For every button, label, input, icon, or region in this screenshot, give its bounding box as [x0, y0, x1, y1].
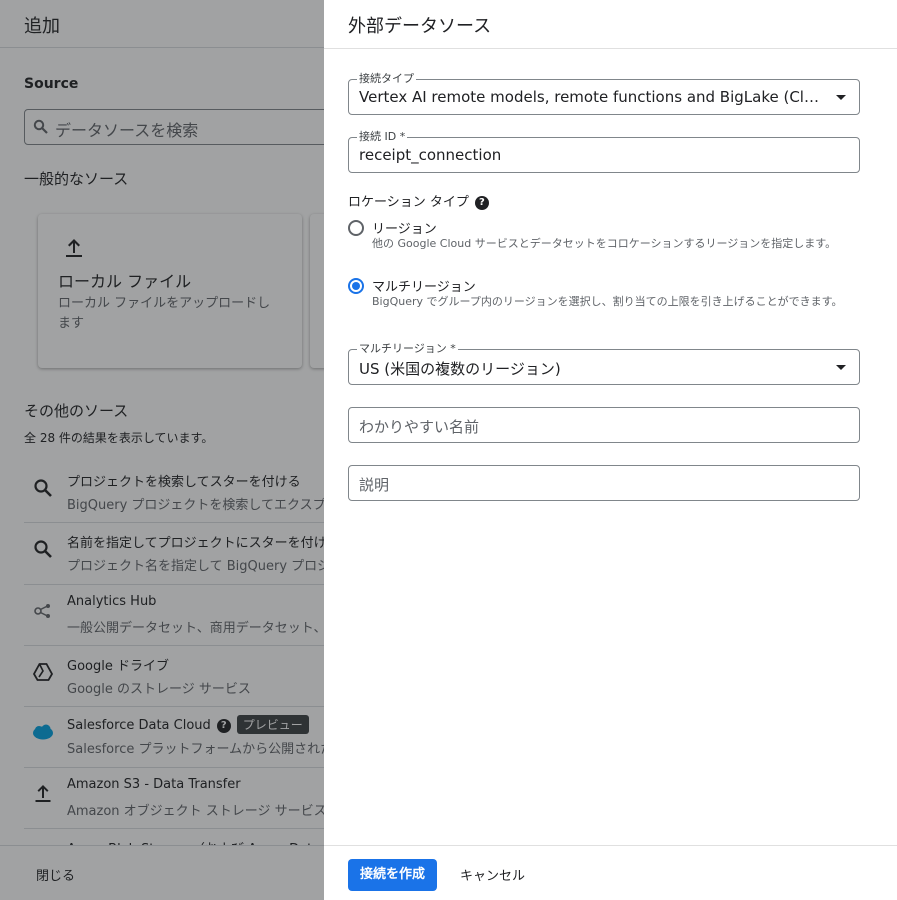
connection-type-label: 接続タイプ: [357, 72, 416, 86]
external-data-source-panel: 外部データソース 接続タイプ Vertex AI remote models, …: [324, 0, 897, 900]
chevron-down-icon: [836, 365, 846, 370]
create-connection-button[interactable]: 接続を作成: [348, 859, 437, 891]
connection-id-value: receipt_connection: [359, 146, 502, 164]
friendly-name-field[interactable]: わかりやすい名前: [348, 407, 860, 443]
radio-region-label: リージョン: [372, 222, 437, 237]
help-icon[interactable]: ?: [474, 196, 489, 210]
friendly-name-placeholder: わかりやすい名前: [359, 418, 480, 436]
multi-region-value: US (米国の複数のリージョン): [359, 360, 561, 378]
panel-title: 外部データソース: [348, 16, 492, 37]
radio-multi-region-label: マルチリージョン: [372, 280, 476, 295]
cancel-button[interactable]: キャンセル: [460, 865, 525, 884]
location-type-text: ロケーション タイプ: [348, 195, 469, 210]
connection-id-label: 接続 ID *: [357, 130, 408, 144]
description-field[interactable]: 説明: [348, 465, 860, 501]
radio-multi-region[interactable]: マルチリージョン BigQuery でグループ内のリージョンを選択し、割り当ての…: [348, 276, 863, 326]
panel-footer: 接続を作成 キャンセル: [324, 845, 897, 900]
connection-id-field[interactable]: 接続 ID * receipt_connection: [348, 130, 860, 173]
connection-type-select[interactable]: 接続タイプ Vertex AI remote models, remote fu…: [348, 72, 860, 115]
radio-button[interactable]: [348, 220, 364, 236]
radio-button-selected[interactable]: [348, 278, 364, 294]
panel-header: 外部データソース: [324, 0, 897, 49]
description-placeholder: 説明: [359, 476, 390, 494]
multi-region-label: マルチリージョン *: [357, 342, 458, 356]
chevron-down-icon: [836, 95, 846, 100]
connection-type-value: Vertex AI remote models, remote function…: [359, 88, 825, 106]
radio-region[interactable]: リージョン 他の Google Cloud サービスとデータセットをコロケーショ…: [348, 218, 863, 266]
radio-region-desc: 他の Google Cloud サービスとデータセットをコロケーションするリージ…: [372, 237, 837, 250]
multi-region-select[interactable]: マルチリージョン * US (米国の複数のリージョン): [348, 342, 860, 385]
radio-multi-region-desc: BigQuery でグループ内のリージョンを選択し、割り当ての上限を引き上げるこ…: [372, 295, 843, 308]
location-type-label: ロケーション タイプ?: [348, 191, 489, 210]
